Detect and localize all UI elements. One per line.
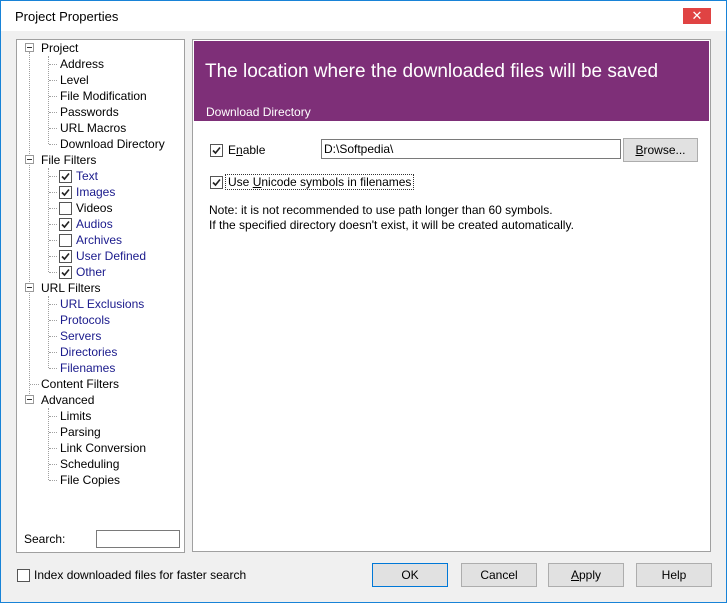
settings-tree: Project Address Level File Modification … xyxy=(16,39,185,553)
tree-node-url-filters[interactable]: URL Filters xyxy=(17,280,182,296)
tree-item-passwords[interactable]: Passwords xyxy=(17,104,182,120)
tree-node-project[interactable]: Project xyxy=(17,40,182,56)
cancel-button[interactable]: Cancel xyxy=(461,563,537,587)
tree-item-file-copies[interactable]: File Copies xyxy=(17,472,182,488)
tree-item-scheduling[interactable]: Scheduling xyxy=(17,456,182,472)
window-title: Project Properties xyxy=(15,9,119,24)
tree-item-download-directory[interactable]: Download Directory xyxy=(17,136,182,152)
collapse-icon[interactable] xyxy=(25,283,34,292)
other-checkbox[interactable] xyxy=(59,266,72,279)
unicode-label[interactable]: Use Unicode symbols in filenames xyxy=(225,174,415,190)
note-line-1: Note: it is not recommended to use path … xyxy=(209,203,553,217)
ok-button[interactable]: OK xyxy=(372,563,448,587)
tree-node-advanced[interactable]: Advanced xyxy=(17,392,182,408)
images-checkbox[interactable] xyxy=(59,186,72,199)
download-directory-input[interactable] xyxy=(321,139,621,159)
tree-item-address[interactable]: Address xyxy=(17,56,182,72)
tree-item-link-conversion[interactable]: Link Conversion xyxy=(17,440,182,456)
tree-item-user-defined[interactable]: User Defined xyxy=(17,248,182,264)
tree-item-url-macros[interactable]: URL Macros xyxy=(17,120,182,136)
user-defined-checkbox[interactable] xyxy=(59,250,72,263)
collapse-icon[interactable] xyxy=(25,43,34,52)
index-files-label: Index downloaded files for faster search xyxy=(34,568,247,582)
collapse-icon[interactable] xyxy=(25,395,34,404)
search-input[interactable] xyxy=(96,530,180,548)
tree-item-videos[interactable]: Videos xyxy=(17,200,182,216)
tree-item-level[interactable]: Level xyxy=(17,72,182,88)
close-icon: ✕ xyxy=(691,8,703,23)
browse-button[interactable]: Browse... xyxy=(623,138,698,162)
title-bar: Project Properties ✕ xyxy=(1,1,726,31)
banner-title: The location where the downloaded files … xyxy=(205,61,659,82)
unicode-checkbox[interactable] xyxy=(210,176,223,189)
tree-item-servers[interactable]: Servers xyxy=(17,328,182,344)
videos-checkbox[interactable] xyxy=(59,202,72,215)
apply-button[interactable]: Apply xyxy=(548,563,624,587)
tree-item-protocols[interactable]: Protocols xyxy=(17,312,182,328)
tree-node-content-filters[interactable]: Content Filters xyxy=(17,376,182,392)
tree-item-images[interactable]: Images xyxy=(17,184,182,200)
text-checkbox[interactable] xyxy=(59,170,72,183)
note-line-2: If the specified directory doesn't exist… xyxy=(209,218,574,232)
tree-item-url-exclusions[interactable]: URL Exclusions xyxy=(17,296,182,312)
tree-item-text[interactable]: Text xyxy=(17,168,182,184)
index-files-checkbox[interactable] xyxy=(17,569,30,582)
tree-item-parsing[interactable]: Parsing xyxy=(17,424,182,440)
audios-checkbox[interactable] xyxy=(59,218,72,231)
tree-item-filenames[interactable]: Filenames xyxy=(17,360,182,376)
tree-item-other[interactable]: Other xyxy=(17,264,182,280)
enable-checkbox[interactable] xyxy=(210,144,223,157)
enable-label: Enable xyxy=(228,143,266,157)
tree-item-directories[interactable]: Directories xyxy=(17,344,182,360)
banner-subtitle: Download Directory xyxy=(206,105,311,119)
tree-item-audios[interactable]: Audios xyxy=(17,216,182,232)
settings-panel: The location where the downloaded files … xyxy=(192,39,711,552)
tree-item-limits[interactable]: Limits xyxy=(17,408,182,424)
tree-item-archives[interactable]: Archives xyxy=(17,232,182,248)
collapse-icon[interactable] xyxy=(25,155,34,164)
close-button[interactable]: ✕ xyxy=(683,8,711,24)
tree-item-file-modification[interactable]: File Modification xyxy=(17,88,182,104)
tree-node-file-filters[interactable]: File Filters xyxy=(17,152,182,168)
search-label: Search: xyxy=(24,532,66,546)
archives-checkbox[interactable] xyxy=(59,234,72,247)
help-button[interactable]: Help xyxy=(636,563,712,587)
panel-banner: The location where the downloaded files … xyxy=(194,41,709,121)
